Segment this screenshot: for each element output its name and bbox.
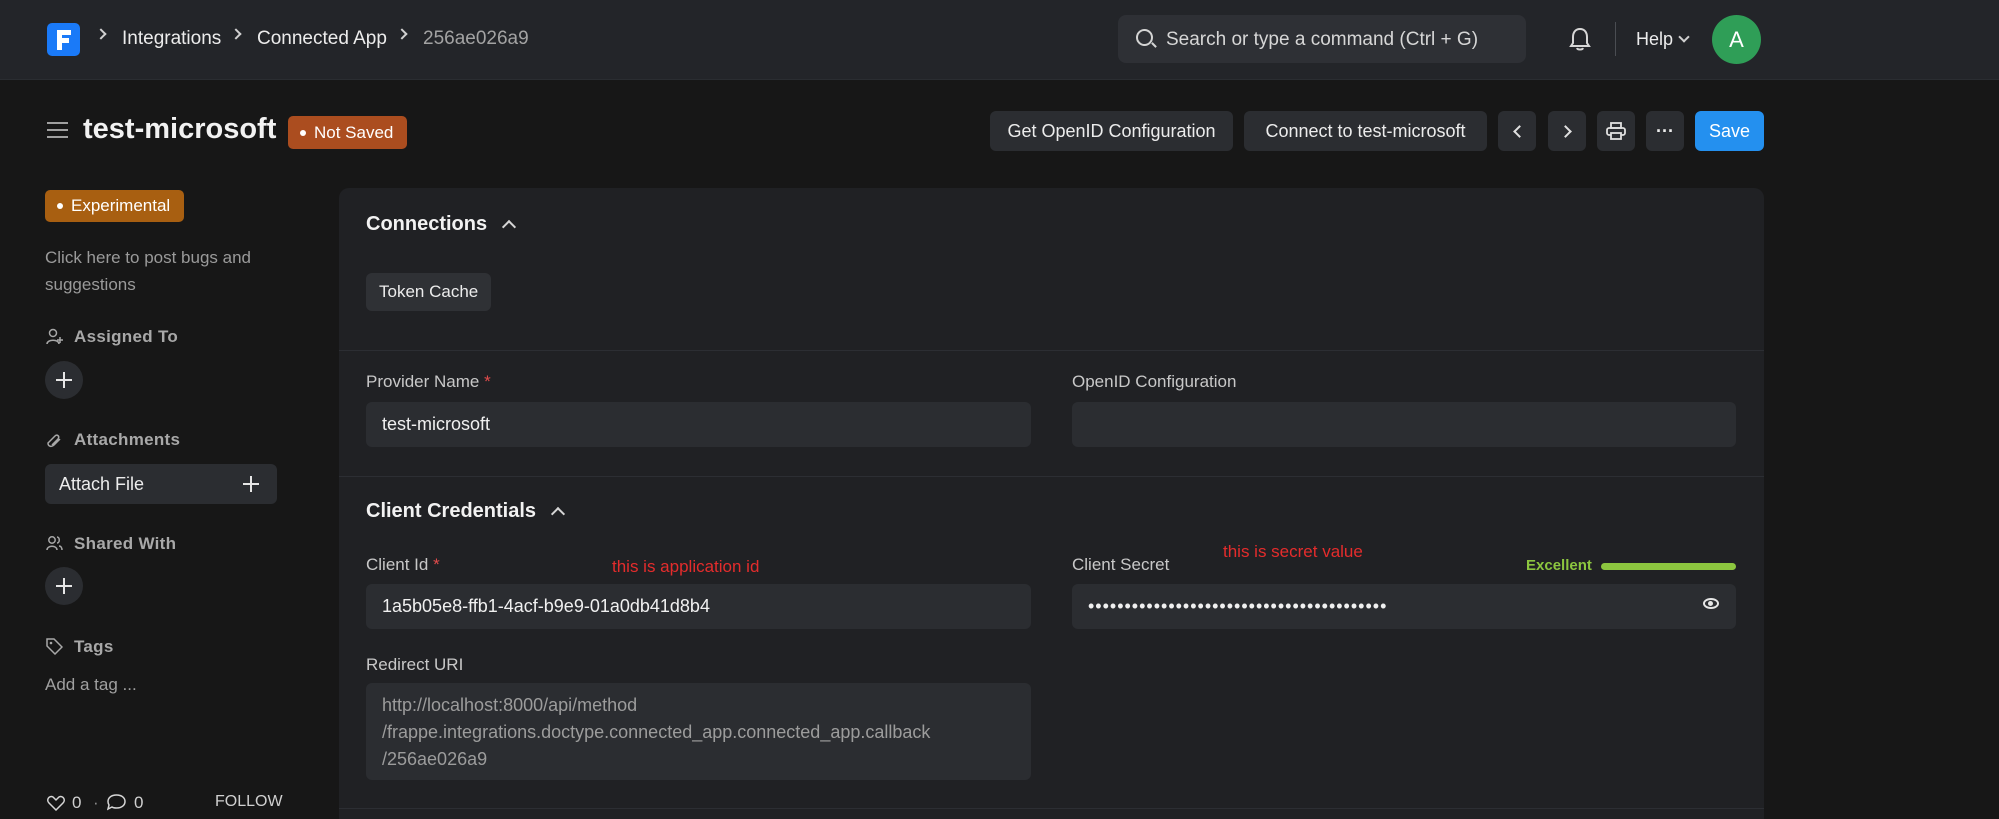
bell-icon[interactable] — [1568, 26, 1592, 52]
client-credentials-heading[interactable]: Client Credentials — [366, 500, 536, 523]
assigned-to-heading: Assigned To — [74, 327, 179, 346]
redirect-uri-line: /256ae026a9 — [382, 749, 488, 769]
breadcrumb-current: 256ae026a9 — [423, 28, 529, 49]
nav-divider — [1615, 22, 1616, 56]
provider-name-input[interactable]: test-microsoft — [366, 402, 1031, 447]
search-placeholder: Search or type a command (Ctrl + G) — [1166, 29, 1479, 50]
token-cache-button[interactable]: Token Cache — [366, 273, 492, 311]
next-doc-button[interactable] — [1548, 111, 1586, 151]
redirect-uri-line: /frappe.integrations.doctype.connected_a… — [382, 722, 931, 742]
chevron-right-icon — [1558, 124, 1572, 138]
section-divider — [339, 808, 1764, 809]
status-text: Not Saved — [314, 122, 394, 142]
bug-report-line: Click here to post bugs and — [45, 248, 252, 267]
redirect-uri-line: http://localhost:8000/api/method — [382, 695, 638, 715]
client-secret-annotation: this is secret value — [1223, 542, 1363, 561]
client-id-label: Client Id * — [366, 555, 440, 574]
prev-doc-button[interactable] — [1498, 111, 1536, 151]
client-id-input[interactable]: 1a5b05e8-ffb1-4acf-b9e9-01a0db41d8b4 — [366, 584, 1031, 629]
help-menu[interactable]: Help — [1636, 29, 1673, 50]
bug-report-line: suggestions — [45, 275, 136, 294]
get-openid-configuration-button[interactable]: Get OpenID Configuration — [990, 111, 1233, 151]
redirect-uri-label: Redirect URI — [366, 655, 464, 674]
user-add-icon — [46, 328, 63, 345]
add-share-button[interactable] — [45, 567, 83, 605]
heart-icon[interactable] — [47, 795, 65, 811]
shared-with-heading: Shared With — [74, 534, 177, 553]
chevron-right-icon — [95, 28, 107, 40]
paperclip-icon — [47, 434, 61, 448]
like-count: 0 — [72, 793, 82, 812]
client-id-annotation: this is application id — [612, 557, 760, 576]
section-divider — [339, 476, 1764, 477]
chevron-right-icon — [230, 28, 242, 40]
openid-configuration-input[interactable] — [1072, 402, 1736, 447]
comment-count: 0 — [134, 793, 144, 812]
frappe-logo-icon[interactable] — [47, 23, 80, 56]
openid-configuration-label: OpenID Configuration — [1072, 372, 1237, 391]
chevron-down-icon — [1678, 31, 1690, 43]
connections-heading[interactable]: Connections — [366, 213, 487, 236]
attachments-heading: Attachments — [74, 430, 181, 449]
redirect-uri-field[interactable]: http://localhost:8000/api/method /frappe… — [366, 683, 1031, 780]
client-secret-label: Client Secret — [1072, 555, 1170, 574]
chevron-right-icon — [396, 28, 408, 40]
status-badge: Not Saved — [288, 116, 408, 149]
experimental-badge: Experimental — [45, 190, 185, 222]
add-assignee-button[interactable] — [45, 361, 83, 399]
client-secret-input[interactable]: ••••••••••••••••••••••••••••••••••••••••… — [1072, 584, 1736, 629]
breadcrumb-integrations[interactable]: Integrations — [122, 28, 221, 50]
follow-button[interactable]: FOLLOW — [215, 793, 283, 811]
experimental-label: Experimental — [71, 196, 171, 215]
tags-heading: Tags — [74, 637, 114, 656]
avatar[interactable]: A — [1712, 15, 1761, 64]
navbar: Integrations Connected App 256ae026a9 Se… — [0, 0, 1999, 80]
attach-file-label: Attach File — [59, 474, 145, 494]
eye-icon[interactable] — [1703, 598, 1719, 609]
users-icon — [46, 536, 63, 551]
search-input[interactable]: Search or type a command (Ctrl + G) — [1118, 15, 1526, 63]
page-title: test-microsoft — [83, 113, 277, 145]
comment-icon[interactable] — [107, 794, 126, 811]
breadcrumb-connected-app[interactable]: Connected App — [257, 28, 387, 50]
provider-name-label: Provider Name * — [366, 372, 491, 391]
separator-dot: · — [93, 793, 99, 812]
add-tag-link[interactable]: Add a tag ... — [45, 671, 137, 698]
save-button[interactable]: Save — [1695, 111, 1764, 151]
more-menu-button[interactable]: ··· — [1646, 111, 1684, 151]
password-strength-label: Excellent — [1526, 557, 1592, 574]
attach-file-button[interactable]: Attach File — [45, 464, 277, 504]
print-button[interactable] — [1597, 111, 1635, 151]
plus-icon — [243, 476, 259, 492]
section-divider — [339, 350, 1764, 351]
connect-button[interactable]: Connect to test-microsoft — [1244, 111, 1487, 151]
sidebar-toggle-icon[interactable] — [47, 122, 68, 138]
tag-icon — [46, 638, 63, 655]
password-strength-bar — [1601, 563, 1736, 570]
chevron-left-icon — [1512, 124, 1526, 138]
bug-report-link[interactable]: Click here to post bugs and suggestions — [45, 244, 251, 298]
printer-icon — [1606, 122, 1626, 140]
search-icon — [1136, 29, 1153, 46]
